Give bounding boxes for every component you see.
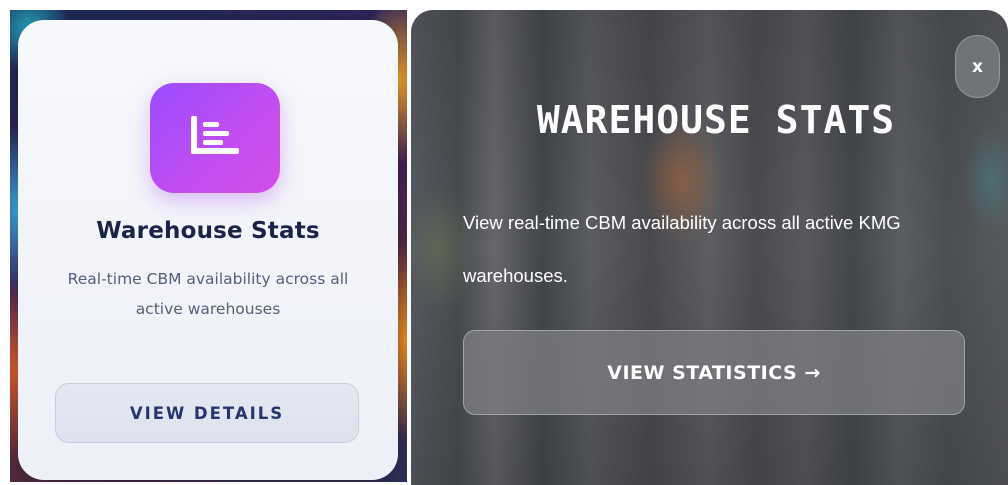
view-statistics-button[interactable]: VIEW STATISTICS → <box>463 330 965 415</box>
bar-chart-list-icon <box>191 116 239 154</box>
modal-description: View real-time CBM availability across a… <box>463 212 901 286</box>
view-details-button[interactable]: VIEW DETAILS <box>55 383 359 443</box>
card-description: Real-time CBM availability across all ac… <box>67 270 349 318</box>
warehouse-stats-card: Warehouse Stats Real-time CBM availabili… <box>18 20 398 480</box>
modal-title: WAREHOUSE STATS <box>536 98 896 142</box>
close-button[interactable]: x <box>955 35 1000 98</box>
warehouse-stats-app-icon <box>150 83 280 193</box>
left-panel-background: Warehouse Stats Real-time CBM availabili… <box>10 10 407 482</box>
card-title: Warehouse Stats <box>96 218 320 244</box>
warehouse-stats-modal: x WAREHOUSE STATS View real-time CBM ava… <box>411 10 1008 485</box>
